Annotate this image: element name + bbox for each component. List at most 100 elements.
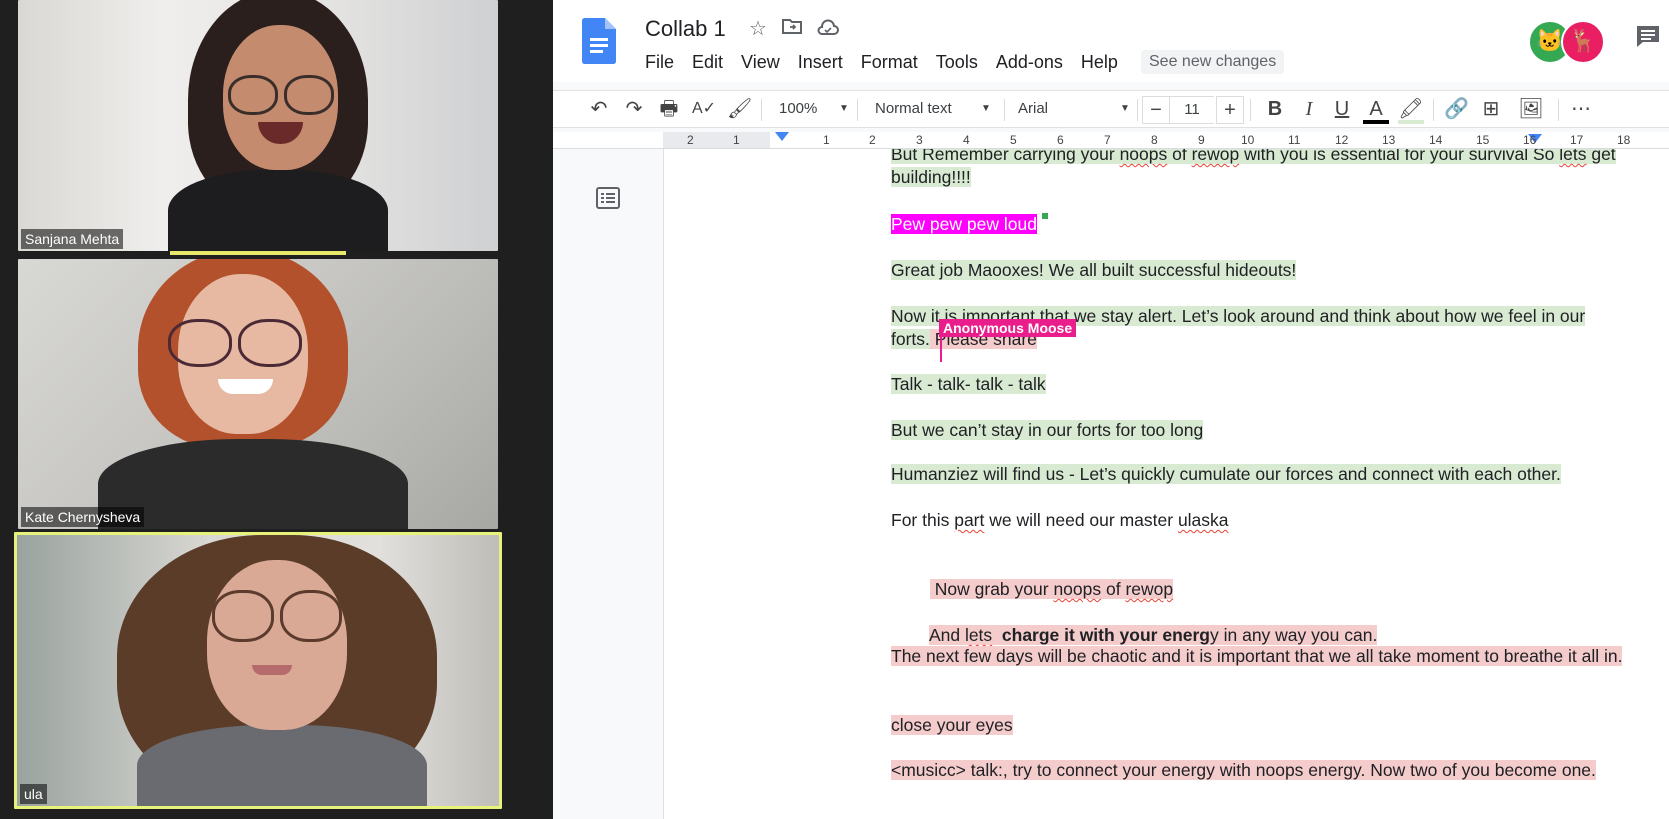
ruler-number: 13 [1382, 133, 1396, 147]
misspelled-word[interactable]: part [954, 510, 984, 530]
paragraph[interactable]: The next few days will be chaotic and it… [891, 645, 1623, 668]
collaborator-cursor-label: Anonymous Moose [939, 319, 1077, 337]
text-run: Humanziez will find us - Let’s quickly c… [891, 464, 1561, 484]
paragraph[interactable]: But Remember carrying your noops of rewo… [891, 149, 1623, 189]
paragraph[interactable]: close your eyes [891, 714, 1013, 737]
paragraph[interactable]: Talk - talk- talk - talk [891, 373, 1046, 396]
paragraph[interactable]: Pew pew pew loud [891, 213, 1037, 236]
redo-icon[interactable]: ↷ [622, 96, 646, 122]
menu-file[interactable]: File [645, 50, 683, 75]
text-run: Pew pew pew loud [891, 214, 1037, 234]
text-run: close your eyes [891, 715, 1013, 735]
menu-bar: File Edit View Insert Format Tools Add-o… [645, 50, 1127, 75]
chevron-down-icon: ▼ [981, 103, 991, 114]
ruler[interactable]: 2 1 1 2 3 4 5 6 7 8 9 10 11 12 13 14 15 … [553, 132, 1669, 149]
docs-logo-icon[interactable] [582, 18, 616, 64]
print-icon[interactable]: 🖶 [657, 96, 681, 122]
menu-view[interactable]: View [732, 50, 789, 75]
ruler-number: 2 [869, 133, 876, 147]
zoom-select[interactable]: 100% ▼ [779, 96, 849, 122]
moose-avatar-icon[interactable]: 🦌 [1561, 20, 1605, 64]
participant-video [98, 259, 408, 529]
paragraph[interactable]: Humanziez will find us - Let’s quickly c… [891, 463, 1561, 486]
font-select[interactable]: Arial ▼ [1018, 96, 1130, 122]
add-comment-icon[interactable]: ⊞ [1479, 96, 1503, 122]
menu-add-ons[interactable]: Add-ons [987, 50, 1072, 75]
ruler-number: 11 [1288, 133, 1301, 147]
cloud-status-icon[interactable] [816, 17, 840, 41]
insert-image-icon[interactable]: 🖼 [1513, 96, 1549, 122]
text-run: charge it with your energ [992, 625, 1210, 645]
spellcheck-icon[interactable]: A✓ [692, 96, 716, 122]
highlight-color-icon[interactable]: 🖍 [1398, 96, 1424, 124]
menu-insert[interactable]: Insert [789, 50, 852, 75]
document-canvas[interactable]: But Remember carrying your noops of rewo… [553, 149, 1669, 819]
doc-title[interactable]: Collab 1 [645, 16, 726, 42]
text-run: Great job Maooxes! We all built successf… [891, 260, 1297, 280]
text-color-button[interactable]: A [1363, 96, 1389, 124]
misspelled-word[interactable]: ulaska [1178, 510, 1229, 530]
misspelled-word[interactable]: noops [1053, 579, 1102, 599]
text-run: For this [891, 510, 955, 530]
undo-icon[interactable]: ↶ [587, 96, 611, 122]
paragraph-style-select[interactable]: Normal text ▼ [875, 96, 991, 122]
comments-icon[interactable] [1635, 24, 1661, 55]
move-to-folder-icon[interactable] [780, 17, 804, 41]
text-run: But Remember carrying your [891, 149, 1120, 164]
ruler-number: 7 [1104, 133, 1111, 147]
ruler-number: 1 [733, 133, 740, 147]
participant-tile-active[interactable]: ula [14, 532, 502, 809]
participant-tile[interactable]: Sanjana Mehta [18, 0, 498, 251]
indent-marker-icon[interactable] [775, 132, 789, 141]
misspelled-word[interactable]: lets [1559, 149, 1587, 164]
doc-header: Collab 1 ☆ File Edit View Insert Format … [553, 0, 1669, 82]
ruler-number: 14 [1429, 133, 1443, 147]
bold-button[interactable]: B [1263, 96, 1287, 122]
menu-tools[interactable]: Tools [927, 50, 987, 75]
ruler-number: 4 [963, 133, 970, 147]
misspelled-word[interactable]: rewop [1125, 579, 1174, 599]
ruler-number: 18 [1617, 133, 1631, 147]
text-run: Now grab your [929, 579, 1054, 599]
formatting-toolbar: ↶ ↷ 🖶 A✓ 🖌 100% ▼ Normal text ▼ Arial ▼ … [553, 90, 1669, 128]
paragraph[interactable]: <musicc> talk:, try to connect your ener… [891, 759, 1596, 782]
ruler-number: 16 [1523, 133, 1537, 147]
menu-help[interactable]: Help [1072, 50, 1127, 75]
ruler-number: 5 [1010, 133, 1017, 147]
insert-link-icon[interactable]: 🔗 [1444, 96, 1469, 122]
ruler-number: 2 [687, 133, 694, 147]
text-color-label: A [1369, 98, 1383, 120]
decrease-font-size-button[interactable]: − [1142, 96, 1170, 124]
font-value: Arial [1018, 100, 1049, 117]
misspelled-word[interactable]: noops [1119, 149, 1168, 164]
misspelled-word[interactable]: rewop [1191, 149, 1240, 164]
document-page[interactable]: But Remember carrying your noops of rewo… [663, 149, 1669, 819]
text-run: of [1101, 579, 1126, 599]
italic-button[interactable]: I [1297, 96, 1321, 122]
chevron-down-icon: ▼ [839, 103, 849, 114]
increase-font-size-button[interactable]: + [1216, 96, 1244, 124]
document-outline-icon[interactable] [596, 187, 620, 215]
misspelled-word[interactable]: lets [964, 625, 993, 645]
ruler-number: 10 [1241, 133, 1255, 147]
star-icon[interactable]: ☆ [746, 17, 770, 41]
paragraph[interactable]: Great job Maooxes! We all built successf… [891, 259, 1297, 282]
see-new-changes-button[interactable]: See new changes [1141, 50, 1285, 74]
participant-video [117, 535, 437, 806]
menu-format[interactable]: Format [852, 50, 927, 75]
text-run: Talk - talk- talk - talk [891, 374, 1046, 394]
participant-tile[interactable]: Kate Chernysheva [18, 259, 498, 529]
ruler-number: 3 [916, 133, 923, 147]
paint-format-icon[interactable]: 🖌 [727, 96, 752, 122]
style-value: Normal text [875, 100, 952, 117]
ruler-number: 17 [1570, 133, 1584, 147]
paragraph[interactable]: For this part we will need our master ul… [891, 509, 1229, 532]
underline-button[interactable]: U [1330, 96, 1354, 122]
font-size-input[interactable]: 11 [1170, 96, 1214, 124]
paragraph[interactable]: But we can’t stay in our forts for too l… [891, 419, 1204, 442]
more-options-icon[interactable]: ⋯ [1569, 96, 1593, 122]
text-run: But we can’t stay in our forts for too l… [891, 420, 1204, 440]
participant-name: ula [20, 784, 47, 804]
menu-edit[interactable]: Edit [683, 50, 732, 75]
text-run: y in any way you can. [1210, 625, 1378, 645]
